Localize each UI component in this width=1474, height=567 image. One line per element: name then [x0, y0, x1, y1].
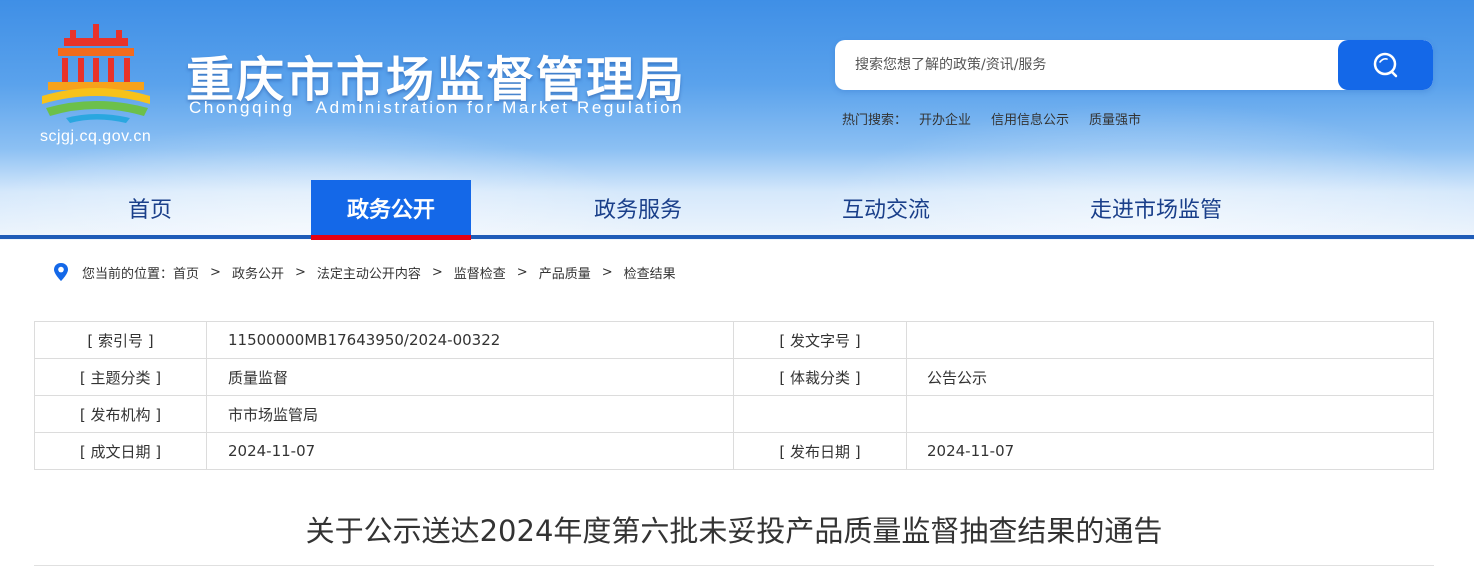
published-date-value: 2024-11-07 — [906, 432, 1434, 470]
breadcrumb-separator: > — [516, 264, 528, 280]
location-pin-icon — [52, 262, 70, 282]
empty-cell — [906, 395, 1434, 433]
hot-search-link[interactable]: 开办企业 — [919, 109, 971, 128]
article-title: 关于公示送达2024年度第六批未妥投产品质量监督抽查结果的通告 — [305, 514, 1163, 548]
nav-item-about-regulation[interactable]: 走进市场监管 — [1066, 180, 1246, 236]
breadcrumb-link-current[interactable]: 检查结果 — [624, 263, 676, 282]
breadcrumb-link[interactable]: 监督检查 — [454, 263, 506, 282]
breadcrumb-link[interactable]: 产品质量 — [539, 263, 591, 282]
table-row: [ 发布机构 ] 市市场监管局 — [34, 395, 1434, 433]
publisher-value: 市市场监管局 — [206, 395, 734, 433]
breadcrumb-separator: > — [210, 264, 221, 280]
breadcrumb-separator: > — [601, 264, 613, 280]
table-row: [ 主题分类 ] 质量监督 [ 体裁分类 ] 公告公示 — [34, 358, 1434, 396]
doc-number-label: [ 发文字号 ] — [733, 321, 907, 359]
published-date-label: [ 发布日期 ] — [733, 432, 907, 470]
nav-item-interaction[interactable]: 互动交流 — [806, 180, 966, 236]
index-value: 11500000MB17643950/2024-00322 — [206, 321, 734, 359]
hot-search: 热门搜索： 开办企业 信用信息公示 质量强市 — [842, 109, 1161, 128]
hot-search-label: 热门搜索： — [842, 113, 908, 128]
doc-number-value — [906, 321, 1434, 359]
breadcrumb-separator: > — [294, 264, 306, 280]
created-date-value: 2024-11-07 — [206, 432, 734, 470]
document-info-table: [ 索引号 ] 11500000MB17643950/2024-00322 [ … — [34, 321, 1434, 470]
breadcrumb-prefix: 您当前的位置： — [82, 266, 174, 282]
created-date-label: [ 成文日期 ] — [34, 432, 207, 470]
topic-label: [ 主题分类 ] — [34, 358, 207, 396]
breadcrumb-link-home[interactable]: 首页 — [173, 263, 199, 282]
index-label: [ 索引号 ] — [34, 321, 207, 359]
nav-item-gov-services[interactable]: 政务服务 — [558, 180, 718, 236]
publisher-label: [ 发布机构 ] — [34, 395, 207, 433]
breadcrumb-separator: > — [431, 264, 443, 280]
title-divider — [34, 565, 1434, 566]
breadcrumb-link[interactable]: 法定主动公开内容 — [317, 263, 421, 282]
genre-value: 公告公示 — [906, 358, 1434, 396]
search-icon — [1373, 52, 1397, 78]
search-box — [835, 40, 1433, 90]
breadcrumb-link[interactable]: 政务公开 — [232, 263, 284, 282]
genre-label: [ 体裁分类 ] — [733, 358, 907, 396]
chongqing-amr-logo-icon[interactable] — [36, 24, 156, 124]
empty-cell — [733, 395, 907, 433]
site-url: scjgj.cq.gov.cn — [40, 128, 152, 145]
nav-active-indicator — [311, 235, 471, 240]
search-button[interactable] — [1338, 40, 1433, 90]
site-title-english: Chongqing Administration for Market Regu… — [189, 98, 685, 117]
table-row: [ 索引号 ] 11500000MB17643950/2024-00322 [ … — [34, 321, 1434, 359]
hot-search-link[interactable]: 信用信息公示 — [991, 109, 1069, 128]
table-row: [ 成文日期 ] 2024-11-07 [ 发布日期 ] 2024-11-07 — [34, 432, 1434, 470]
topic-value: 质量监督 — [206, 358, 734, 396]
hot-search-link[interactable]: 质量强市 — [1089, 109, 1141, 128]
breadcrumb: 您当前的位置： 首页 > 政务公开 > 法定主动公开内容 > 监督检查 > 产品… — [52, 262, 676, 282]
nav-item-gov-affairs-open[interactable]: 政务公开 — [311, 180, 471, 236]
nav-item-home[interactable]: 首页 — [70, 180, 230, 236]
search-input[interactable] — [835, 40, 1338, 90]
